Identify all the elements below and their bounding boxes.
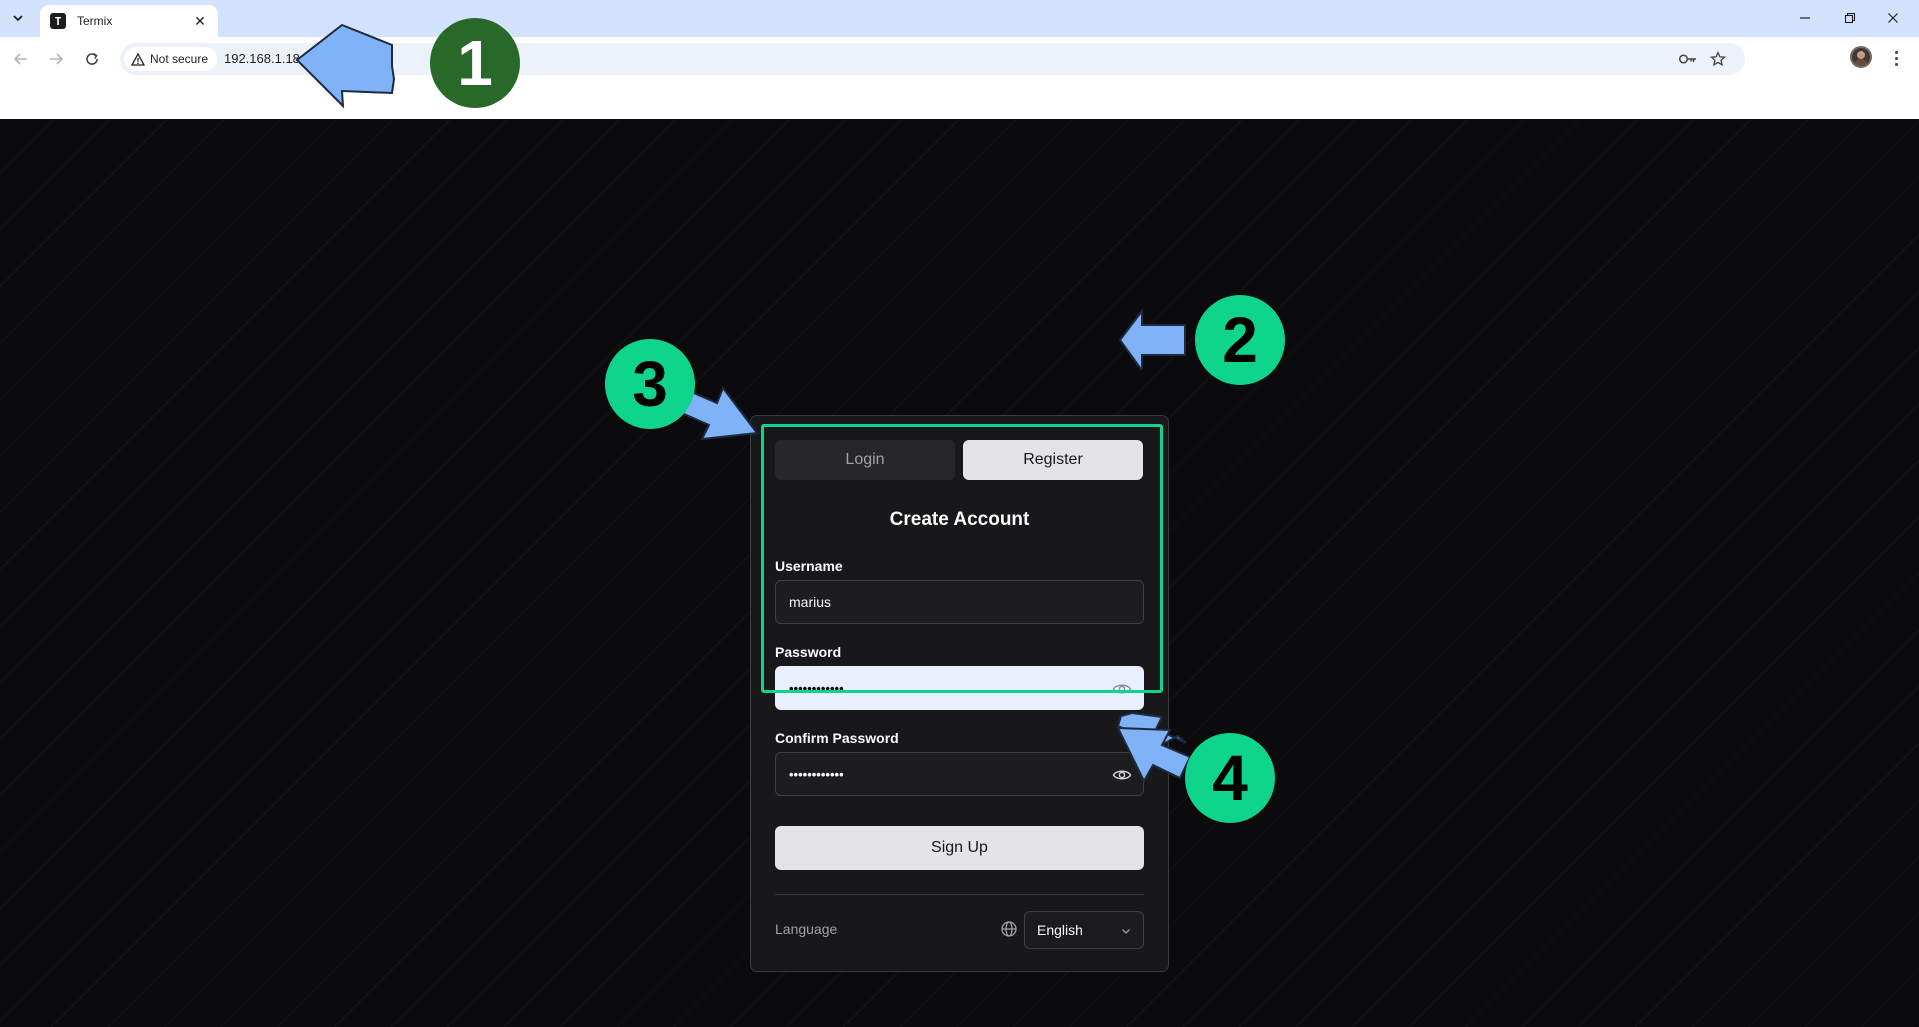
bookmark-button[interactable] bbox=[1708, 49, 1728, 69]
close-tab-icon[interactable]: ✕ bbox=[192, 13, 208, 29]
profile-avatar[interactable] bbox=[1850, 46, 1872, 68]
warning-triangle-icon bbox=[131, 52, 145, 66]
avatar-face bbox=[1857, 51, 1865, 59]
security-chip[interactable]: Not secure bbox=[124, 47, 218, 71]
back-button[interactable] bbox=[7, 45, 35, 73]
divider bbox=[775, 894, 1144, 895]
minimize-window-button[interactable] bbox=[1785, 6, 1825, 30]
browser-tab[interactable]: T Termix ✕ bbox=[40, 5, 218, 37]
close-icon bbox=[1888, 13, 1898, 23]
password-label: Password bbox=[775, 644, 842, 660]
browser-toolbar: Not secure 192.168.1.18:5674 bbox=[0, 37, 1919, 82]
tab-register[interactable]: Register bbox=[963, 440, 1143, 480]
tab-title: Termix bbox=[77, 14, 113, 28]
confirm-password-value: •••••••••••• bbox=[789, 766, 844, 782]
arrow-left-icon bbox=[13, 53, 27, 65]
auth-card: Login Register Create Account Username m… bbox=[750, 415, 1169, 972]
sign-up-button[interactable]: Sign Up bbox=[775, 826, 1144, 870]
page-background: Login Register Create Account Username m… bbox=[0, 119, 1919, 1027]
password-input[interactable]: •••••••••••• bbox=[775, 666, 1144, 710]
browser-tab-strip: T Termix ✕ bbox=[0, 0, 1919, 37]
globe-icon bbox=[1001, 921, 1017, 937]
menu-dot bbox=[1894, 50, 1898, 54]
close-window-button[interactable] bbox=[1873, 6, 1913, 30]
avatar-body bbox=[1854, 59, 1868, 66]
restore-icon bbox=[1844, 12, 1856, 24]
content-top-strip bbox=[0, 82, 1919, 119]
menu-dot bbox=[1894, 56, 1898, 60]
username-label: Username bbox=[775, 558, 843, 574]
minimize-icon bbox=[1800, 17, 1810, 19]
arrow-right-icon bbox=[50, 53, 64, 65]
tab-login[interactable]: Login bbox=[775, 440, 955, 480]
language-select[interactable]: English bbox=[1024, 911, 1144, 949]
key-icon bbox=[1678, 54, 1696, 64]
confirm-password-input[interactable]: •••••••••••• bbox=[775, 752, 1144, 796]
url-port: :5674 bbox=[299, 51, 333, 66]
termix-logo-icon: T bbox=[50, 13, 66, 29]
page-title: Create Account bbox=[889, 509, 1030, 530]
forward-button[interactable] bbox=[42, 45, 70, 73]
reload-button[interactable] bbox=[78, 45, 106, 73]
security-chip-label: Not secure bbox=[150, 52, 209, 66]
url-host: 192.168.1.18 bbox=[224, 51, 300, 66]
reload-icon bbox=[86, 52, 98, 65]
tab-search-button[interactable] bbox=[6, 7, 30, 29]
password-manager-button[interactable] bbox=[1678, 49, 1698, 69]
confirm-password-label: Confirm Password bbox=[775, 730, 899, 746]
password-value: •••••••••••• bbox=[789, 680, 844, 696]
eye-icon[interactable] bbox=[1112, 680, 1132, 698]
chevron-down-icon bbox=[13, 15, 23, 22]
username-value: marius bbox=[789, 594, 832, 610]
browser-menu-button[interactable] bbox=[1886, 47, 1906, 69]
chevron-down-icon bbox=[1122, 929, 1130, 934]
menu-dot bbox=[1894, 62, 1898, 66]
language-value: English bbox=[1037, 922, 1083, 938]
language-label: Language bbox=[775, 921, 838, 937]
eye-icon[interactable] bbox=[1112, 766, 1132, 784]
url-text[interactable]: 192.168.1.18:5674 bbox=[224, 51, 332, 66]
username-input[interactable]: marius bbox=[775, 580, 1144, 624]
star-icon bbox=[1710, 51, 1726, 67]
restore-window-button[interactable] bbox=[1830, 6, 1870, 30]
address-bar[interactable]: Not secure 192.168.1.18:5674 bbox=[120, 43, 1745, 75]
